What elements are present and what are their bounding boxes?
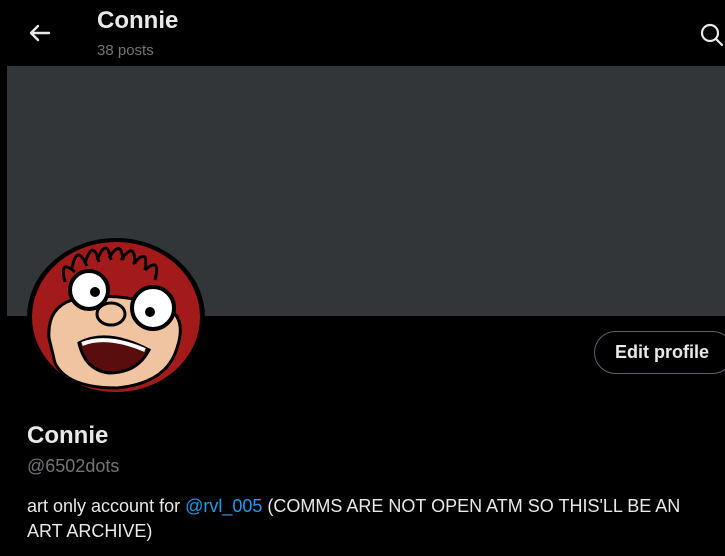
search-icon — [700, 23, 724, 47]
profile-bio: art only account for @rvl_005 (COMMS ARE… — [27, 494, 717, 544]
page-title: Connie — [97, 7, 179, 34]
back-button[interactable] — [24, 17, 56, 49]
post-count: 38 posts — [97, 42, 154, 59]
avatar-illustration — [28, 238, 204, 396]
search-button[interactable] — [697, 20, 725, 48]
avatar[interactable] — [27, 238, 205, 396]
top-bar: Connie 38 posts — [0, 0, 725, 66]
display-name: Connie — [27, 422, 109, 449]
bio-text-prefix: art only account for — [27, 496, 186, 516]
user-handle: @6502dots — [27, 456, 120, 476]
edit-profile-button[interactable]: Edit profile — [594, 331, 725, 374]
arrow-left-icon — [29, 24, 51, 42]
bio-mention-link[interactable]: @rvl_005 — [185, 496, 262, 516]
